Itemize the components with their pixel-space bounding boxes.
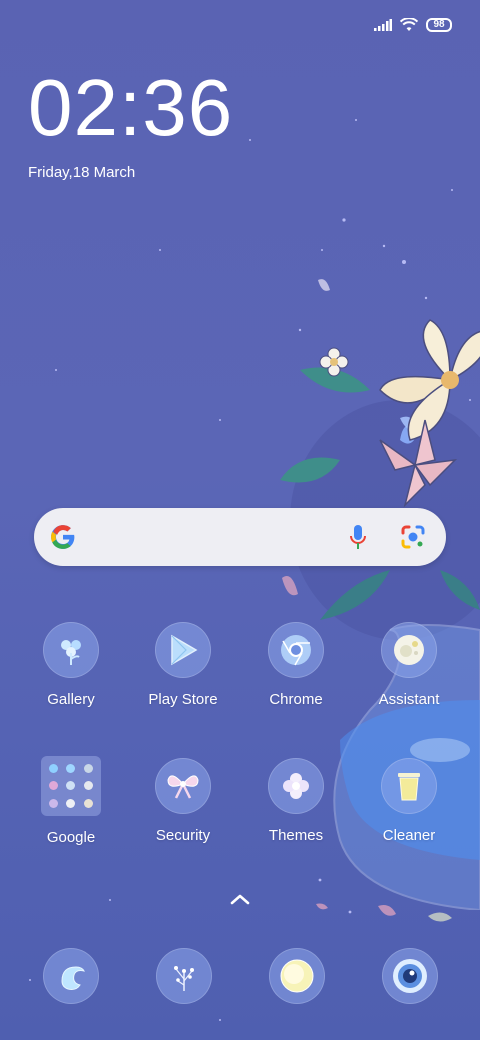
clock-time[interactable]: 02:36 — [28, 68, 233, 148]
play-store-icon — [155, 622, 211, 678]
app-assistant[interactable]: Assistant — [354, 622, 464, 708]
app-google-folder[interactable]: Google — [16, 756, 126, 846]
app-label: Assistant — [378, 691, 440, 708]
browser-icon[interactable] — [269, 948, 325, 1004]
app-label: Play Store — [148, 691, 218, 708]
chrome-icon — [268, 622, 324, 678]
app-themes[interactable]: Themes — [241, 758, 351, 844]
folder-app-icon — [66, 798, 76, 808]
status-bar: 98 — [374, 18, 452, 32]
folder-app-icon — [49, 798, 59, 808]
app-label: Gallery — [47, 691, 95, 708]
battery-indicator: 98 — [426, 18, 452, 32]
security-icon — [155, 758, 211, 814]
clock-date[interactable]: Friday,18 March — [28, 164, 135, 181]
phone-icon[interactable] — [43, 948, 99, 1004]
folder-app-icon — [83, 764, 93, 774]
app-chrome[interactable]: Chrome — [241, 622, 351, 708]
app-security[interactable]: Security — [128, 758, 238, 844]
folder-app-icon — [83, 781, 93, 791]
google-g-icon — [50, 524, 76, 555]
signal-icon — [374, 19, 392, 31]
wifi-icon — [400, 18, 418, 32]
gallery-icon — [43, 622, 99, 678]
app-label: Themes — [268, 827, 324, 844]
mic-icon[interactable] — [350, 523, 366, 556]
google-folder-icon — [41, 756, 101, 816]
folder-app-icon — [66, 764, 76, 774]
battery-level: 98 — [433, 19, 445, 30]
app-label: Chrome — [269, 691, 323, 708]
cleaner-icon — [381, 758, 437, 814]
folder-app-icon — [49, 781, 59, 791]
folder-app-icon — [83, 798, 93, 808]
app-label: Security — [155, 827, 211, 844]
app-gallery[interactable]: Gallery — [16, 622, 126, 708]
assistant-icon — [381, 622, 437, 678]
home-screen: 98 02:36 Friday,18 March Gallery Play St… — [0, 0, 480, 1040]
app-play-store[interactable]: Play Store — [128, 622, 238, 708]
messages-icon[interactable] — [156, 948, 212, 1004]
google-lens-icon[interactable] — [400, 524, 426, 555]
google-search-bar[interactable] — [34, 508, 446, 566]
app-cleaner[interactable]: Cleaner — [354, 758, 464, 844]
folder-app-icon — [66, 781, 76, 791]
folder-app-icon — [49, 764, 59, 774]
camera-icon[interactable] — [382, 948, 438, 1004]
app-label: Google — [46, 829, 96, 846]
chevron-up-icon[interactable] — [228, 890, 252, 908]
themes-icon — [268, 758, 324, 814]
app-label: Cleaner — [382, 827, 436, 844]
